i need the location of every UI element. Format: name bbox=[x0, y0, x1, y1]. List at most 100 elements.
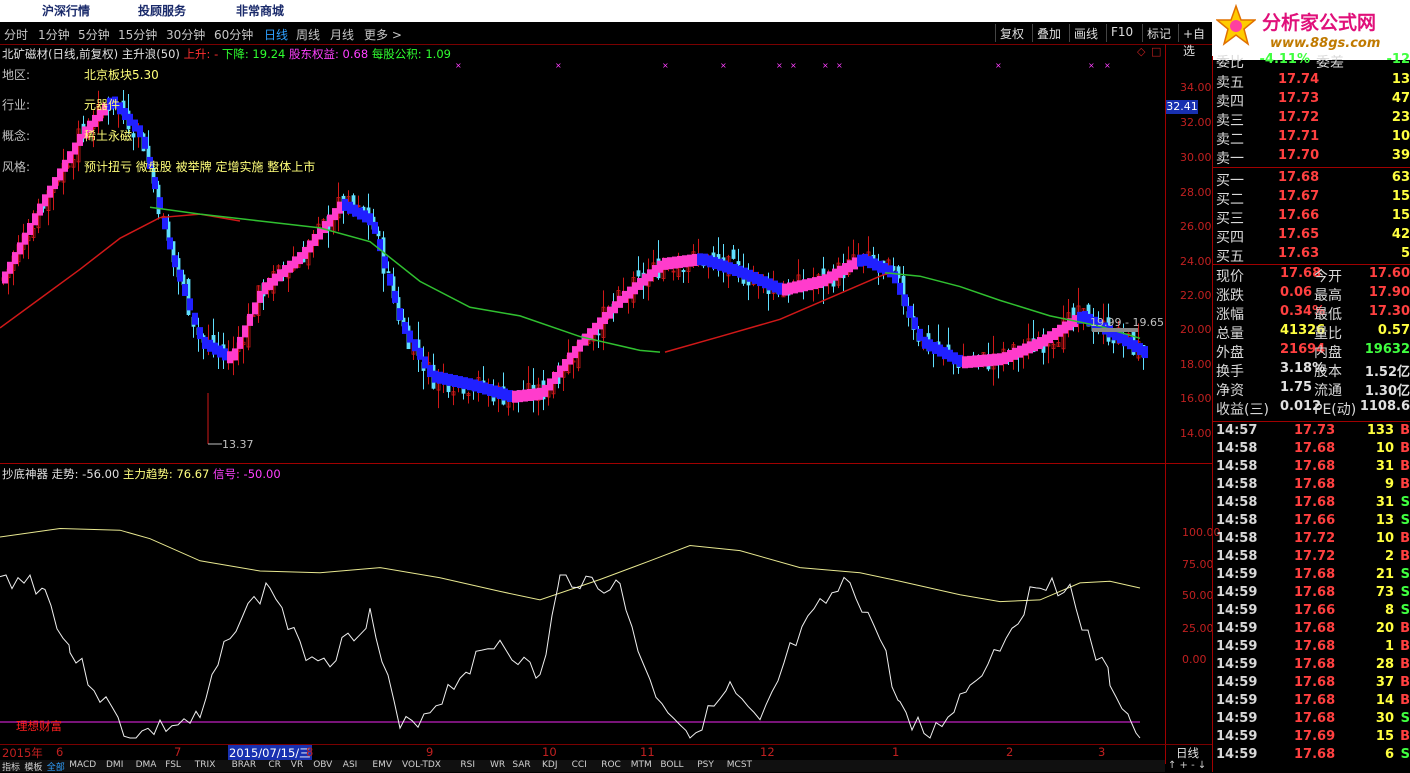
trade-time: 14:58 bbox=[1216, 531, 1257, 546]
tab-rsi[interactable]: RSI bbox=[460, 760, 475, 770]
nav-advisory[interactable]: 投顾服务 bbox=[138, 2, 186, 19]
wave-block bbox=[902, 294, 908, 306]
period-1min[interactable]: 1分钟 bbox=[38, 26, 70, 43]
tab-obv[interactable]: OBV bbox=[313, 760, 332, 770]
period-5min[interactable]: 5分钟 bbox=[78, 26, 110, 43]
trade-row: 14:5817.6613S bbox=[1216, 513, 1410, 531]
indicator-chart[interactable] bbox=[0, 480, 1165, 742]
stat-value: 1.30亿 bbox=[1365, 380, 1410, 399]
price-chart[interactable]: ××××××××××× bbox=[0, 60, 1212, 470]
trade-volume: 1 bbox=[1385, 639, 1394, 654]
divider bbox=[1213, 421, 1410, 422]
ask-qty: 23 bbox=[1392, 110, 1410, 125]
down-value: 下降: 19.24 bbox=[222, 47, 285, 61]
stat-value: 0.57 bbox=[1378, 323, 1410, 338]
candle-body bbox=[732, 250, 735, 258]
period-label[interactable]: 日线 bbox=[1176, 745, 1199, 761]
bid-qty: 15 bbox=[1392, 208, 1410, 223]
bid-row[interactable]: 买五17.635 bbox=[1216, 246, 1410, 264]
ask-qty: 10 bbox=[1392, 129, 1410, 144]
period-weekly[interactable]: 周线 bbox=[296, 26, 320, 43]
tab-mcst[interactable]: MCST bbox=[727, 760, 752, 770]
period-more[interactable]: 更多 > bbox=[364, 26, 402, 43]
tab-trix[interactable]: TRIX bbox=[195, 760, 216, 770]
trade-volume: 8 bbox=[1385, 603, 1394, 618]
fuquan-button[interactable]: 复权 bbox=[995, 24, 1028, 42]
trade-row: 14:5917.6873S bbox=[1216, 585, 1410, 603]
logo-name: 分析家公式网 bbox=[1262, 8, 1376, 35]
period-30min[interactable]: 30分钟 bbox=[166, 26, 205, 43]
tab-mtm[interactable]: MTM bbox=[631, 760, 652, 770]
trade-row: 14:5817.722B bbox=[1216, 549, 1410, 567]
tab-roc[interactable]: ROC bbox=[601, 760, 621, 770]
tab-wr[interactable]: WR bbox=[490, 760, 505, 770]
ask-price: 17.71 bbox=[1278, 129, 1319, 144]
nav-market[interactable]: 沪深行情 bbox=[42, 2, 90, 19]
tab-cr[interactable]: CR bbox=[268, 760, 281, 770]
tab-模板[interactable]: 模板 bbox=[24, 760, 42, 773]
tab-dmi[interactable]: DMI bbox=[106, 760, 123, 770]
candle-body bbox=[387, 272, 390, 273]
add-watchlist-button[interactable]: +自选 bbox=[1178, 24, 1212, 42]
trade-row: 14:5917.6820B bbox=[1216, 621, 1410, 639]
period-daily[interactable]: 日线 bbox=[264, 26, 288, 43]
sub-caption: 理想财富 bbox=[16, 718, 62, 734]
tab-macd[interactable]: MACD bbox=[69, 760, 96, 770]
tab-vr[interactable]: VR bbox=[291, 760, 303, 770]
tab-cci[interactable]: CCI bbox=[572, 760, 587, 770]
tab-boll[interactable]: BOLL bbox=[660, 760, 683, 770]
order-diff-label: 委差 bbox=[1316, 52, 1344, 72]
bid-row[interactable]: 买二17.6715 bbox=[1216, 189, 1410, 207]
trade-volume: 28 bbox=[1376, 657, 1394, 672]
trade-volume: 10 bbox=[1376, 531, 1394, 546]
site-logo: 分析家公式网 www.88gs.com bbox=[1212, 0, 1410, 60]
draw-line-button[interactable]: 画线 bbox=[1069, 24, 1102, 42]
ask-row[interactable]: 卖一17.7039 bbox=[1216, 148, 1410, 166]
wave-block bbox=[397, 308, 403, 320]
trade-side: S bbox=[1401, 585, 1410, 600]
period-monthly[interactable]: 月线 bbox=[330, 26, 354, 43]
tab-fsl[interactable]: FSL bbox=[165, 760, 181, 770]
bid-row[interactable]: 买四17.6542 bbox=[1216, 227, 1410, 245]
tab-emv[interactable]: EMV bbox=[372, 760, 392, 770]
trade-volume: 10 bbox=[1376, 441, 1394, 456]
trade-price: 17.68 bbox=[1294, 459, 1335, 474]
bid-row[interactable]: 买三17.6615 bbox=[1216, 208, 1410, 226]
ask-row[interactable]: 卖五17.7413 bbox=[1216, 72, 1410, 90]
period-60min[interactable]: 60分钟 bbox=[214, 26, 253, 43]
trade-side: B bbox=[1400, 693, 1410, 708]
trade-volume: 15 bbox=[1376, 729, 1394, 744]
nav-mall[interactable]: 非常商城 bbox=[236, 2, 284, 19]
ask-row[interactable]: 卖三17.7223 bbox=[1216, 110, 1410, 128]
tab-psy[interactable]: PSY bbox=[697, 760, 714, 770]
top-markers: ××××××××××× bbox=[455, 61, 1111, 70]
tab-nav-arrows[interactable]: ↑ + - ↓ bbox=[1168, 760, 1206, 771]
tab-sar[interactable]: SAR bbox=[512, 760, 530, 770]
ask-row[interactable]: 卖二17.7110 bbox=[1216, 129, 1410, 147]
period-tick[interactable]: 分时 bbox=[4, 26, 28, 43]
maximize-icon[interactable]: □ bbox=[1151, 45, 1161, 58]
trade-side: B bbox=[1400, 477, 1410, 492]
overlay-button[interactable]: 叠加 bbox=[1032, 24, 1065, 42]
trade-price: 17.72 bbox=[1294, 531, 1335, 546]
tab-asi[interactable]: ASI bbox=[343, 760, 358, 770]
tab-vol-tdx[interactable]: VOL-TDX bbox=[402, 760, 441, 770]
tab-dma[interactable]: DMA bbox=[136, 760, 157, 770]
diamond-icon[interactable]: ◇ bbox=[1137, 45, 1145, 58]
tab-全部[interactable]: 全部 bbox=[47, 760, 65, 773]
main-trend-line bbox=[0, 529, 1140, 602]
axis-tick: 20.00 bbox=[1180, 323, 1212, 336]
ask-row[interactable]: 卖四17.7347 bbox=[1216, 91, 1410, 109]
tab-kdj[interactable]: KDJ bbox=[542, 760, 558, 770]
tab-brar[interactable]: BRAR bbox=[232, 760, 256, 770]
tab-指标[interactable]: 指标 bbox=[2, 760, 20, 773]
period-15min[interactable]: 15分钟 bbox=[118, 26, 157, 43]
mark-button[interactable]: 标记 bbox=[1142, 24, 1175, 42]
order-ratio-row: 委比 -4.11% 委差 -12 bbox=[1216, 52, 1410, 70]
axis-tick: 32.00 bbox=[1180, 116, 1212, 129]
trade-price: 17.68 bbox=[1294, 585, 1335, 600]
bid-row[interactable]: 买一17.6863 bbox=[1216, 170, 1410, 188]
bid-label: 买五 bbox=[1216, 246, 1244, 266]
wave-block bbox=[177, 270, 183, 282]
f10-button[interactable]: F10 bbox=[1106, 24, 1137, 42]
